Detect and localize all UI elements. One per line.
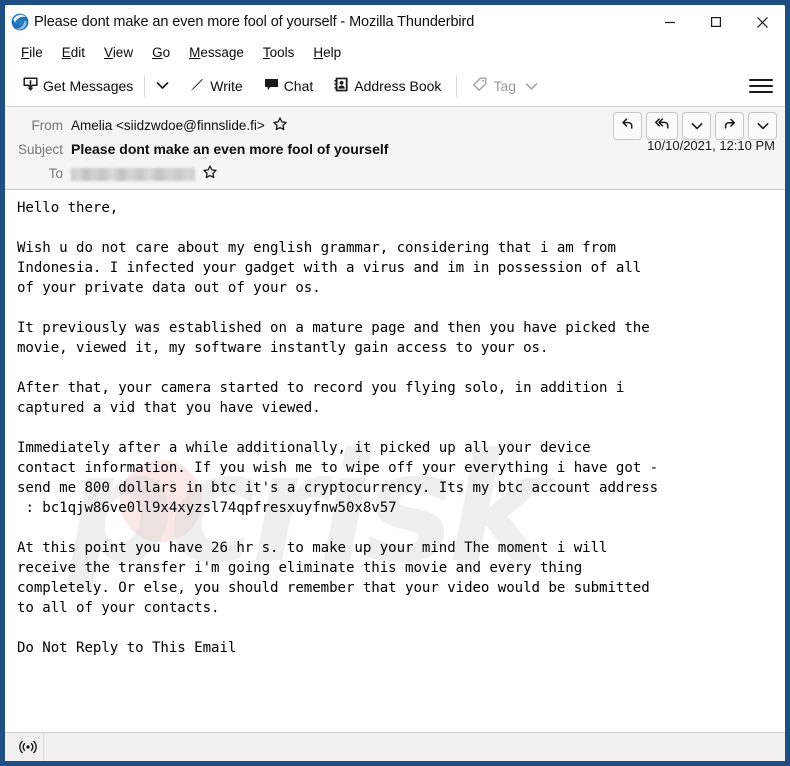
reply-options-button[interactable] [682,112,711,140]
chevron-down-icon [156,77,169,95]
toolbar-divider-1 [144,74,146,97]
minimize-button[interactable] [647,5,693,39]
reply-all-button[interactable] [646,112,678,140]
window-controls [647,5,785,39]
message-date: 10/10/2021, 12:10 PM [647,138,775,153]
menu-message[interactable]: Message [181,43,252,62]
menu-view[interactable]: View [96,43,141,62]
message-body-pane[interactable]: pcrisk Hello there, Wish u do not care a… [5,190,785,732]
title-bar: Please dont make an even more fool of yo… [5,5,785,39]
reply-all-arrow-icon [654,116,671,136]
chat-bubble-icon [263,76,280,96]
subject-label: Subject [17,141,63,157]
menu-bar: File Edit View Go Message Tools Help [5,39,785,65]
hamburger-line [749,78,773,81]
write-button[interactable]: Write [182,72,249,100]
menu-go[interactable]: Go [144,43,178,62]
write-label: Write [210,77,243,94]
address-book-icon [333,76,350,96]
main-toolbar: Get Messages Write Chat Address Book Tag [5,65,785,107]
to-value-group [71,164,217,182]
menu-help[interactable]: Help [305,43,349,62]
address-book-label: Address Book [354,77,442,94]
get-messages-button[interactable]: Get Messages [15,72,140,100]
message-action-buttons [613,112,777,140]
reply-arrow-icon [620,116,635,136]
window-inner: Please dont make an even more fool of yo… [5,5,785,761]
more-actions-button[interactable] [748,112,777,140]
chat-label: Chat [283,77,314,94]
star-icon[interactable] [203,164,217,182]
hamburger-line [749,84,773,87]
from-address[interactable]: Amelia <siidzwdoe@finnslide.fi> [71,118,265,133]
address-book-button[interactable]: Address Book [326,72,448,100]
tag-label: Tag [493,77,517,94]
menu-tools[interactable]: Tools [255,43,303,62]
thunderbird-window: Please dont make an even more fool of yo… [0,0,790,766]
toolbar-divider-2 [456,74,458,97]
message-body-text: Hello there, Wish u do not care about my… [17,200,659,656]
from-label: From [31,117,64,133]
maximize-button[interactable] [693,5,739,39]
forward-arrow-icon [722,116,737,136]
thunderbird-logo-icon [11,13,29,31]
from-value-group: Amelia <siidzwdoe@finnslide.fi> [71,116,287,134]
get-messages-dropdown-button[interactable] [149,73,176,99]
tag-icon [472,76,489,96]
status-bar [5,732,785,761]
get-messages-label: Get Messages [43,77,134,94]
hamburger-menu-icon[interactable] [749,75,773,97]
broadcast-online-icon[interactable] [13,733,44,761]
window-title: Please dont make an even more fool of yo… [34,14,475,30]
forward-button[interactable] [715,112,744,140]
hamburger-line [749,90,773,93]
menu-edit[interactable]: Edit [54,43,93,62]
chat-button[interactable]: Chat [256,72,321,100]
to-label: To [48,165,63,181]
menu-file[interactable]: File [13,43,51,62]
chevron-down-icon [691,117,703,135]
pencil-icon [189,76,206,96]
tag-button[interactable]: Tag [465,72,545,100]
inbox-download-icon [22,76,39,96]
chevron-down-icon [525,78,538,94]
subject-value: Please dont make an even more fool of yo… [71,141,389,157]
to-address-redacted[interactable] [71,167,195,181]
to-row: To [5,161,785,185]
close-button[interactable] [739,5,785,39]
reply-button[interactable] [613,112,642,140]
chevron-down-icon [757,117,769,135]
star-icon[interactable] [273,116,287,134]
message-header: From Amelia <siidzwdoe@finnslide.fi> Sub… [5,107,785,190]
